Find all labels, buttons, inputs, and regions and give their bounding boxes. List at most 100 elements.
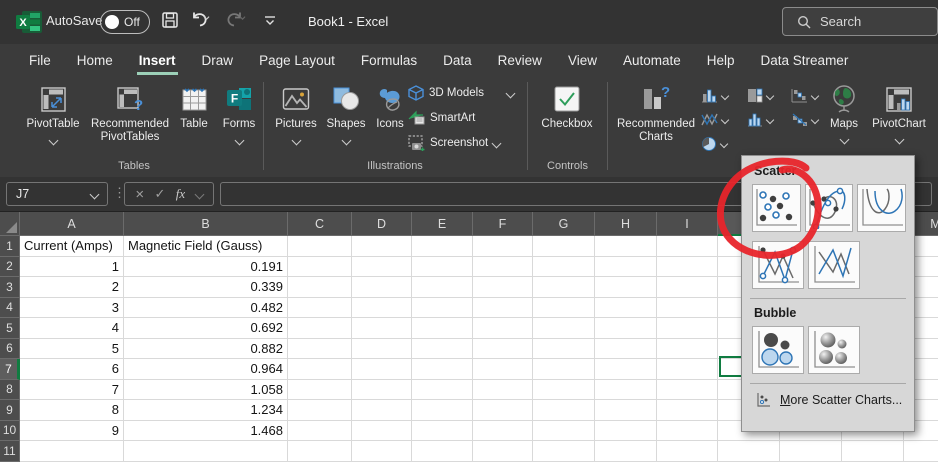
recommended-charts-button[interactable]: ? Recommended Charts [612, 76, 700, 144]
cell-H8[interactable] [595, 380, 657, 401]
hierarchy-chart-button[interactable] [744, 85, 788, 106]
cell-F8[interactable] [473, 380, 533, 401]
cell-G1[interactable] [533, 236, 595, 257]
column-header-F[interactable]: F [473, 212, 533, 236]
menu-item-scatter-straight-markers[interactable] [752, 241, 804, 289]
cell-B3[interactable]: 0.339 [124, 277, 288, 298]
cell-B10[interactable]: 1.468 [124, 421, 288, 442]
cell-H2[interactable] [595, 257, 657, 278]
insert-function-button[interactable]: fx [176, 186, 185, 202]
tab-home[interactable]: Home [64, 47, 126, 74]
cell-J11[interactable] [718, 441, 780, 462]
cell-E8[interactable] [412, 380, 473, 401]
cell-I1[interactable] [657, 236, 718, 257]
cell-G7[interactable] [533, 359, 595, 380]
row-header-7[interactable]: 7 [0, 359, 20, 380]
cell-C5[interactable] [288, 318, 352, 339]
cell-E9[interactable] [412, 400, 473, 421]
cell-I9[interactable] [657, 400, 718, 421]
customize-qat-icon[interactable] [262, 10, 278, 30]
cell-E10[interactable] [412, 421, 473, 442]
column-header-C[interactable]: C [288, 212, 352, 236]
menu-item-scatter-smooth[interactable] [857, 184, 906, 232]
shapes-button[interactable]: Shapes [322, 76, 370, 144]
cell-I2[interactable] [657, 257, 718, 278]
row-header-10[interactable]: 10 [0, 421, 20, 442]
cell-A4[interactable]: 3 [20, 298, 124, 319]
column-header-D[interactable]: D [352, 212, 412, 236]
cell-C8[interactable] [288, 380, 352, 401]
undo-button[interactable] [188, 10, 214, 30]
cell-F11[interactable] [473, 441, 533, 462]
cell-C7[interactable] [288, 359, 352, 380]
cell-G4[interactable] [533, 298, 595, 319]
cell-G9[interactable] [533, 400, 595, 421]
cell-D9[interactable] [352, 400, 412, 421]
cell-I11[interactable] [657, 441, 718, 462]
cell-I10[interactable] [657, 421, 718, 442]
cell-C11[interactable] [288, 441, 352, 462]
cell-F3[interactable] [473, 277, 533, 298]
cell-H5[interactable] [595, 318, 657, 339]
cell-C6[interactable] [288, 339, 352, 360]
cell-C9[interactable] [288, 400, 352, 421]
row-header-8[interactable]: 8 [0, 380, 20, 401]
cell-L11[interactable] [842, 441, 904, 462]
cell-D5[interactable] [352, 318, 412, 339]
menu-item-bubble[interactable] [752, 326, 804, 374]
cell-E1[interactable] [412, 236, 473, 257]
cell-G11[interactable] [533, 441, 595, 462]
cell-C3[interactable] [288, 277, 352, 298]
cell-D2[interactable] [352, 257, 412, 278]
cell-C4[interactable] [288, 298, 352, 319]
cell-G6[interactable] [533, 339, 595, 360]
column-header-I[interactable]: I [657, 212, 718, 236]
cell-B2[interactable]: 0.191 [124, 257, 288, 278]
cell-F2[interactable] [473, 257, 533, 278]
row-header-2[interactable]: 2 [0, 257, 20, 278]
cell-F4[interactable] [473, 298, 533, 319]
tab-data[interactable]: Data [430, 47, 485, 74]
recommended-pivottables-button[interactable]: ? Recommended PivotTables [88, 76, 172, 144]
cell-E3[interactable] [412, 277, 473, 298]
cell-B7[interactable]: 0.964 [124, 359, 288, 380]
name-box[interactable]: J7 [6, 182, 108, 206]
cell-H9[interactable] [595, 400, 657, 421]
cell-E11[interactable] [412, 441, 473, 462]
cell-A8[interactable]: 7 [20, 380, 124, 401]
pivotchart-button[interactable]: PivotChart [866, 76, 932, 143]
cell-E7[interactable] [412, 359, 473, 380]
menu-item-scatter[interactable] [752, 184, 801, 232]
enter-button[interactable]: ✓ [155, 186, 166, 202]
column-header-H[interactable]: H [595, 212, 657, 236]
tab-formulas[interactable]: Formulas [348, 47, 430, 74]
cell-F6[interactable] [473, 339, 533, 360]
cell-A11[interactable] [20, 441, 124, 462]
cell-C2[interactable] [288, 257, 352, 278]
smartart-button[interactable]: SmartArt [408, 110, 475, 125]
tab-automate[interactable]: Automate [610, 47, 694, 74]
menu-item-scatter-smooth-markers[interactable] [805, 184, 854, 232]
cell-B4[interactable]: 0.482 [124, 298, 288, 319]
row-header-6[interactable]: 6 [0, 339, 20, 360]
checkbox-button[interactable]: Checkbox [535, 76, 599, 131]
cell-E5[interactable] [412, 318, 473, 339]
cell-D3[interactable] [352, 277, 412, 298]
search-input[interactable]: Search [782, 7, 938, 36]
row-header-1[interactable]: 1 [0, 236, 20, 257]
cell-F10[interactable] [473, 421, 533, 442]
cell-H10[interactable] [595, 421, 657, 442]
cell-A2[interactable]: 1 [20, 257, 124, 278]
cell-A1[interactable]: Current (Amps) [20, 236, 124, 257]
tab-insert[interactable]: Insert [126, 47, 189, 74]
tab-review[interactable]: Review [485, 47, 555, 74]
tab-draw[interactable]: Draw [189, 47, 247, 74]
line-chart-button[interactable] [698, 109, 742, 130]
cell-E2[interactable] [412, 257, 473, 278]
row-header-4[interactable]: 4 [0, 298, 20, 319]
pie-chart-button[interactable] [698, 133, 742, 154]
screenshot-button[interactable]: Screenshot [408, 135, 500, 151]
menu-item-more-scatter-charts[interactable]: More Scatter Charts... [756, 392, 906, 407]
cell-A6[interactable]: 5 [20, 339, 124, 360]
cell-G5[interactable] [533, 318, 595, 339]
